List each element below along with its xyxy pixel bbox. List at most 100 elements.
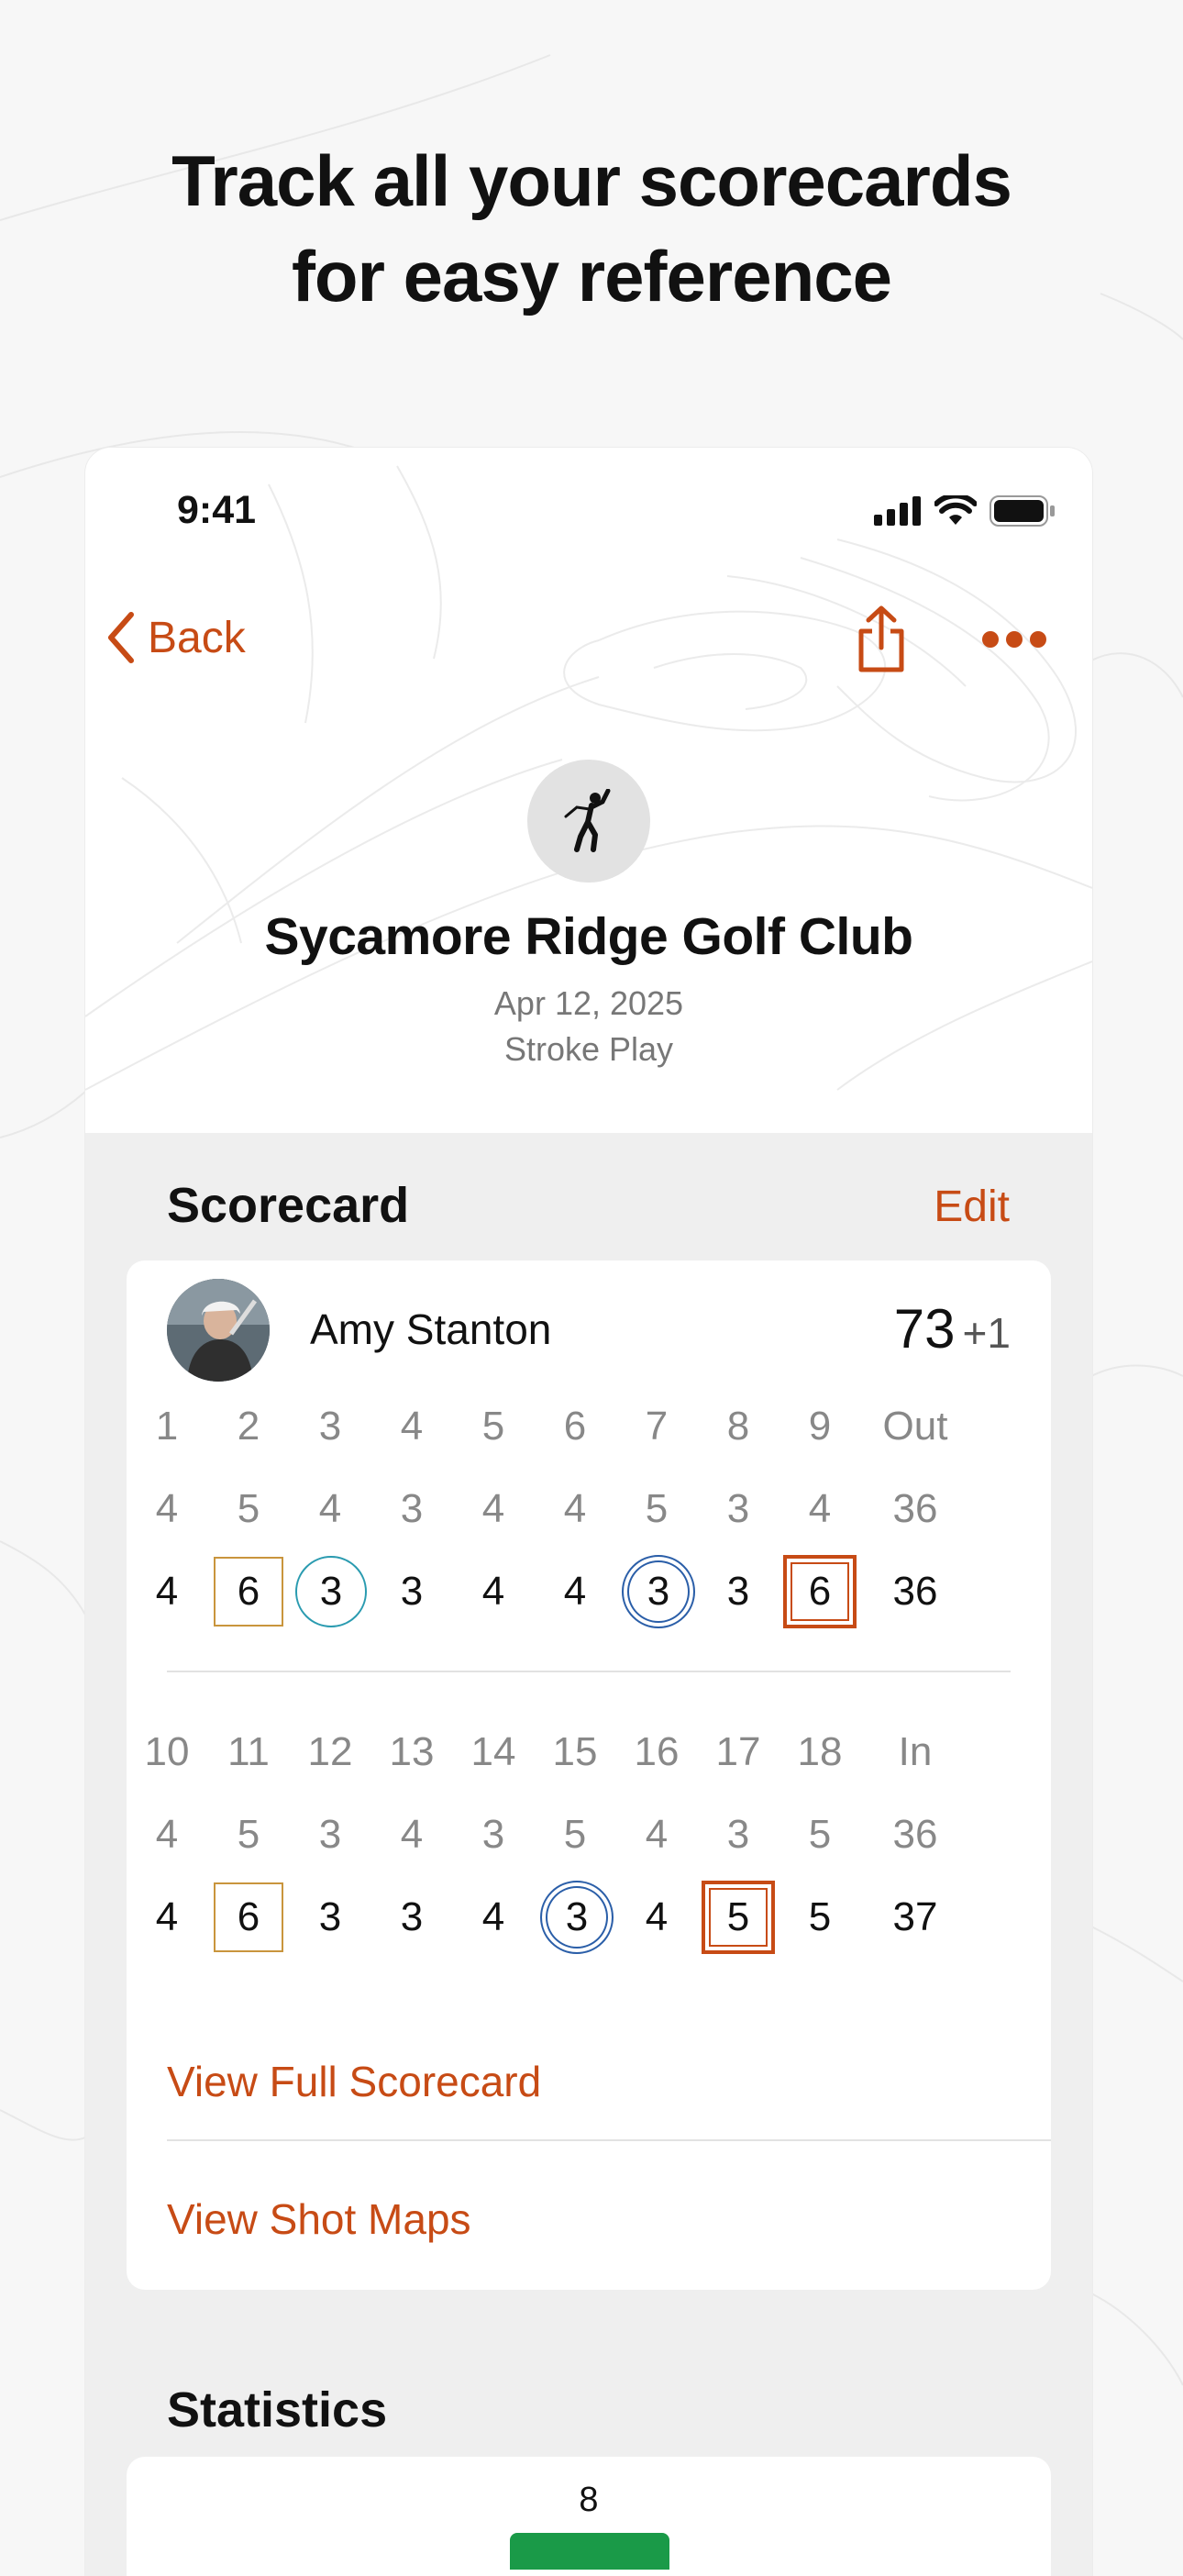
- score-value: 5: [808, 1894, 832, 1939]
- course-avatar: [527, 760, 650, 883]
- hole-number: 18: [797, 1729, 843, 1774]
- battery-icon: [990, 495, 1055, 527]
- status-icons: [874, 495, 1056, 527]
- score-value: 3: [622, 1555, 695, 1628]
- score-value: 3: [295, 1556, 367, 1627]
- statistics-section-title: Statistics: [167, 2382, 388, 2437]
- score-value: 4: [481, 1894, 505, 1939]
- more-icon[interactable]: [980, 629, 1048, 650]
- player-to-par: +1: [962, 1309, 1011, 1357]
- player-total: 73: [893, 1298, 956, 1360]
- back-holes-row: 10 11 12 13 14 15 16 17 18 In: [145, 1720, 1011, 1784]
- score-value: 3: [318, 1894, 342, 1939]
- score-value: 3: [540, 1881, 614, 1954]
- score-value: 5: [702, 1881, 775, 1954]
- player-name: Amy Stanton: [310, 1305, 552, 1353]
- par-value: 4: [481, 1486, 505, 1531]
- score-value: 3: [726, 1569, 750, 1614]
- edit-button[interactable]: Edit: [934, 1182, 1010, 1232]
- score-value: 4: [155, 1569, 179, 1614]
- hole-number: 2: [237, 1404, 260, 1449]
- score-value: 6: [214, 1882, 283, 1952]
- hole-number: 12: [307, 1729, 353, 1774]
- view-shot-maps-link[interactable]: View Shot Maps: [167, 2194, 471, 2244]
- hole-number: 14: [470, 1729, 516, 1774]
- scorecard-card: Amy Stanton 73 +1 1 2 3 4 5 6 7 8 9 Out 4 5 4 3 4 4 5 3 4 36…: [127, 1260, 1051, 2290]
- back-button[interactable]: Back: [105, 611, 246, 664]
- score-value: 3: [400, 1569, 424, 1614]
- hole-number: 11: [227, 1729, 270, 1774]
- par-value: 3: [726, 1812, 750, 1857]
- hole-number: 5: [481, 1404, 505, 1449]
- par-value: 5: [237, 1812, 260, 1857]
- par-value: 4: [563, 1486, 587, 1531]
- score-value: 4: [481, 1569, 505, 1614]
- score-value: 37: [892, 1894, 938, 1939]
- player-avatar: [167, 1279, 270, 1382]
- hole-number: 16: [634, 1729, 680, 1774]
- status-time: 9:41: [177, 488, 257, 532]
- hole-number: 6: [563, 1404, 587, 1449]
- round-date: Apr 12, 2025: [493, 984, 684, 1022]
- hole-number: 8: [726, 1404, 750, 1449]
- front-par-row: 4 5 4 3 4 4 5 3 4 36: [156, 1477, 1011, 1541]
- round-header: 9:41 Back Sycamore Ridge Golf Club Apr 1…: [85, 448, 1092, 1133]
- par-value: 5: [237, 1486, 260, 1531]
- back-par-row: 4 5 3 4 3 5 4 3 5 36: [156, 1803, 1011, 1867]
- par-value: 4: [155, 1486, 179, 1531]
- scorecard-section-title: Scorecard: [167, 1178, 410, 1233]
- statistics-card: 8: [127, 2457, 1051, 2576]
- hole-number: 10: [144, 1729, 190, 1774]
- marketing-headline: Track all your scorecards for easy refer…: [0, 133, 1183, 324]
- hole-number: 7: [645, 1404, 669, 1449]
- round-format: Stroke Play: [503, 1030, 674, 1068]
- par-value: 4: [808, 1486, 832, 1531]
- score-value: 6: [783, 1555, 857, 1628]
- hole-number: 4: [400, 1404, 424, 1449]
- par-value: 4: [645, 1812, 669, 1857]
- score-value: 3: [400, 1894, 424, 1939]
- view-full-scorecard-link[interactable]: View Full Scorecard: [167, 2057, 541, 2106]
- par-value: 4: [318, 1486, 342, 1531]
- hole-number: In: [898, 1729, 933, 1774]
- par-value: 36: [892, 1812, 938, 1857]
- stat-bar: [510, 2533, 669, 2570]
- par-value: 5: [808, 1812, 832, 1857]
- player-total-score: 73 +1: [894, 1297, 1011, 1360]
- par-value: 5: [645, 1486, 669, 1531]
- hole-number: 9: [808, 1404, 832, 1449]
- back-score-row: 4 6 3 3 4 3 4 5 5 37: [156, 1881, 1011, 1954]
- hole-number: 1: [155, 1404, 179, 1449]
- headline-line-2: for easy reference: [291, 236, 892, 316]
- wifi-icon: [934, 495, 977, 525]
- share-icon[interactable]: [854, 605, 909, 673]
- score-value: 4: [155, 1894, 179, 1939]
- headline-line-1: Track all your scorecards: [171, 140, 1012, 221]
- par-value: 3: [726, 1486, 750, 1531]
- par-value: 4: [155, 1812, 179, 1857]
- signal-icon: [874, 496, 921, 526]
- par-value: 36: [892, 1486, 938, 1531]
- par-value: 3: [318, 1812, 342, 1857]
- par-value: 3: [481, 1812, 505, 1857]
- score-value: 4: [645, 1894, 669, 1939]
- hole-number: 3: [318, 1404, 342, 1449]
- back-label: Back: [148, 613, 246, 662]
- phone-screen: 9:41 Back Sycamore Ridge Golf Club Apr 1…: [85, 448, 1092, 2576]
- par-value: 3: [400, 1486, 424, 1531]
- chevron-left-icon: [108, 612, 134, 663]
- score-value: 4: [563, 1569, 587, 1614]
- hole-number: 13: [389, 1729, 435, 1774]
- stat-value: 8: [579, 2481, 599, 2519]
- par-value: 5: [563, 1812, 587, 1857]
- score-value: 6: [214, 1557, 283, 1627]
- hole-number: Out: [882, 1404, 948, 1449]
- hole-number: 17: [715, 1729, 761, 1774]
- front-holes-row: 1 2 3 4 5 6 7 8 9 Out: [156, 1394, 1011, 1459]
- course-name: Sycamore Ridge Golf Club: [264, 907, 913, 966]
- par-value: 4: [400, 1812, 424, 1857]
- links-divider: [167, 2139, 1051, 2141]
- front-score-row: 4 6 3 3 4 4 3 3 6 36: [156, 1555, 1011, 1628]
- hole-number: 15: [552, 1729, 598, 1774]
- score-value: 36: [892, 1569, 938, 1614]
